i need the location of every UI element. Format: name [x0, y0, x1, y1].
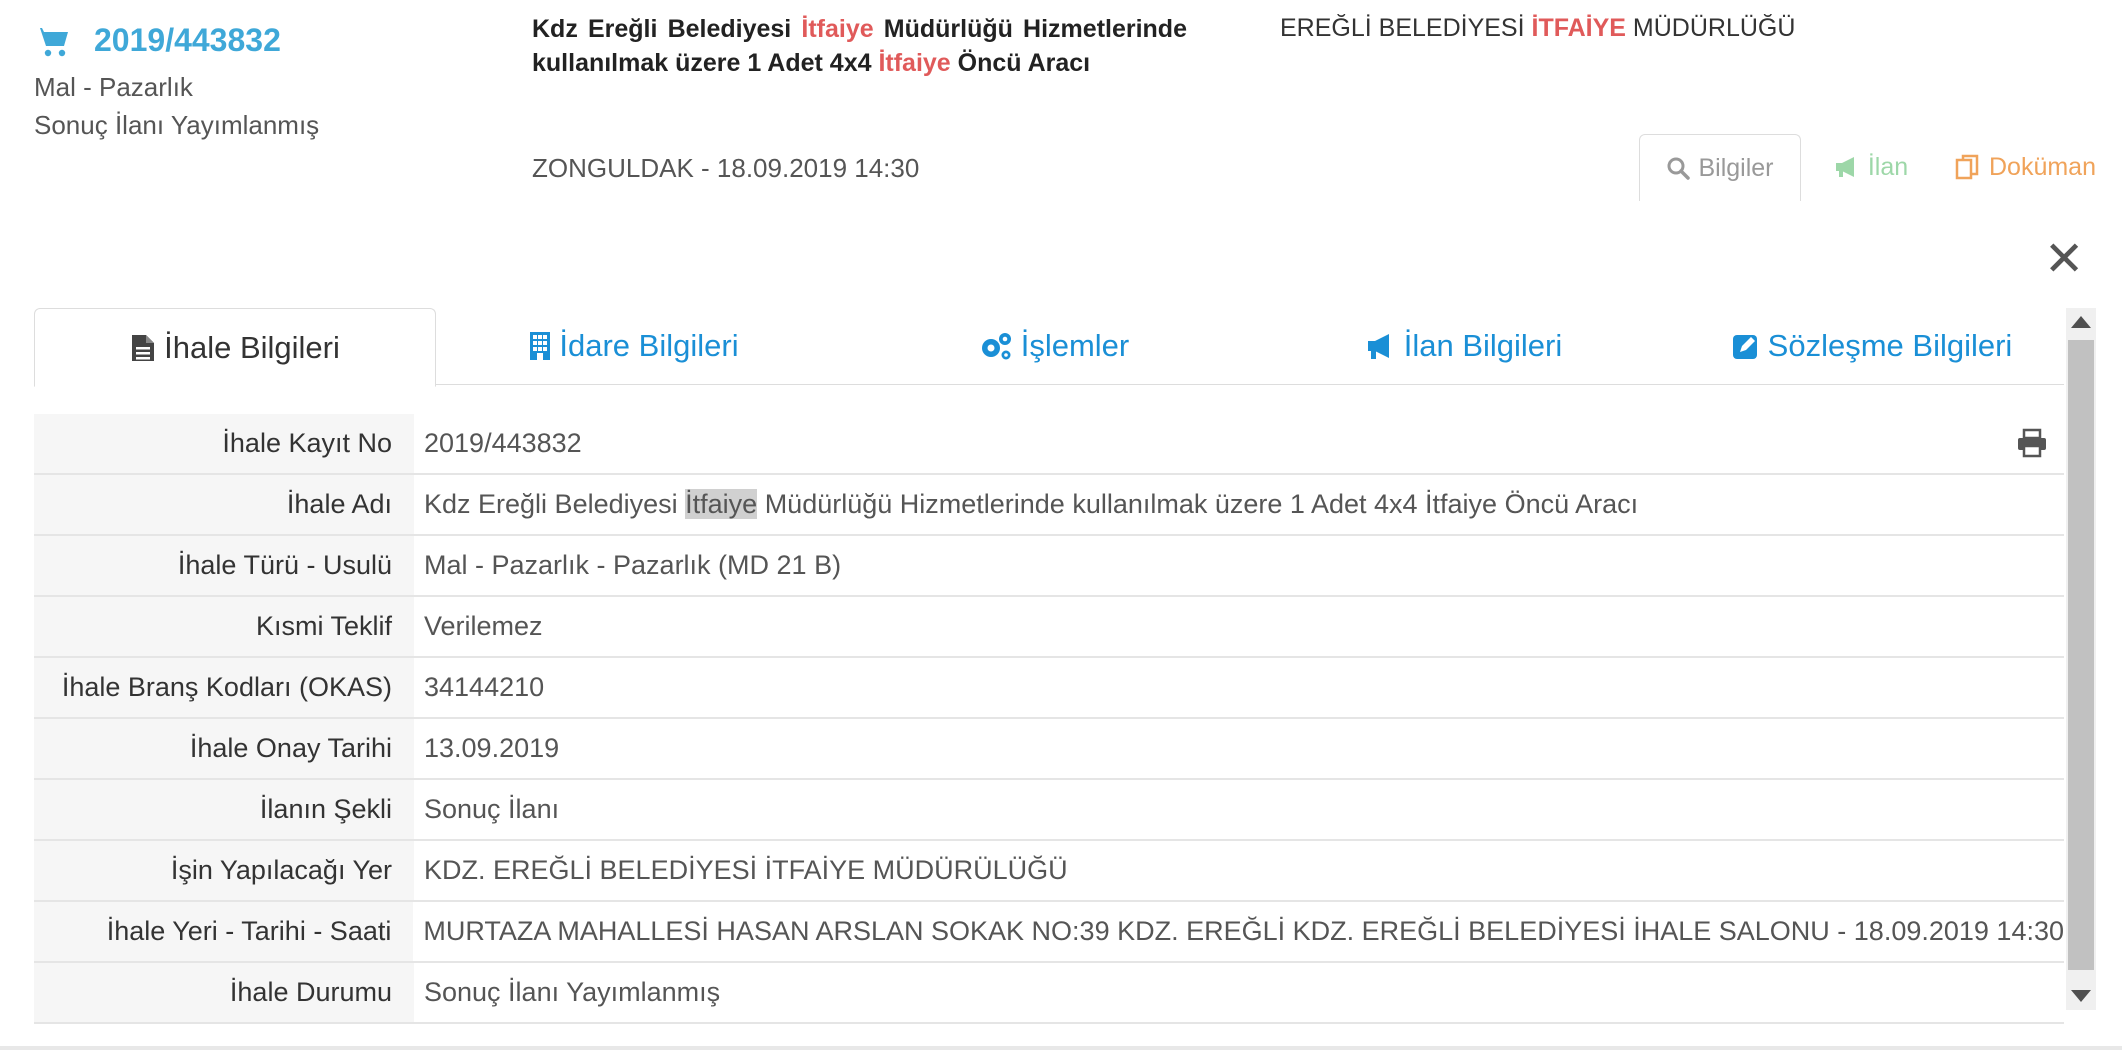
- row-label: İhale Durumu: [34, 963, 414, 1022]
- row-label: İlanın Şekli: [34, 780, 414, 839]
- scrollbar[interactable]: [2066, 308, 2096, 1010]
- table-row-kayit-no: İhale Kayıt No 2019/443832: [34, 414, 2064, 475]
- row-label: İhale Yeri - Tarihi - Saati: [34, 902, 414, 961]
- row-value: 2019/443832: [424, 428, 582, 458]
- row-value: Verilemez: [424, 611, 543, 641]
- bilgiler-button[interactable]: Bilgiler: [1639, 134, 1801, 201]
- tab-label: Sözleşme Bilgileri: [1767, 328, 2013, 363]
- tender-type: Mal - Pazarlık: [34, 72, 193, 102]
- cart-icon: [36, 28, 68, 57]
- row-value: Sonuç İlanı: [424, 794, 560, 824]
- table-row-yer: İşin Yapılacağı Yer KDZ. EREĞLİ BELEDİYE…: [34, 841, 2064, 902]
- gears-icon: [981, 333, 1011, 360]
- row-label: İhale Kayıt No: [34, 414, 414, 473]
- table-row-adi: İhale Adı Kdz Ereğli Belediyesi İtfaiye …: [34, 475, 2064, 536]
- dokuman-label: Doküman: [1989, 152, 2096, 181]
- tender-title: Kdz Ereğli Belediyesi İtfaiye Müdürlüğü …: [532, 15, 1187, 77]
- print-icon[interactable]: [2016, 428, 2048, 458]
- table-row-sekil: İlanın Şekli Sonuç İlanı: [34, 780, 2064, 841]
- ilan-button[interactable]: İlan: [1826, 134, 1916, 200]
- search-icon: [1667, 157, 1691, 180]
- table-row-onay: İhale Onay Tarihi 13.09.2019: [34, 719, 2064, 780]
- scroll-down-arrow-icon[interactable]: [2071, 990, 2091, 1002]
- row-value: Mal - Pazarlık - Pazarlık (MD 21 B): [424, 550, 842, 580]
- row-label: İşin Yapılacağı Yer: [34, 841, 414, 900]
- dokuman-button[interactable]: Doküman: [1955, 134, 2115, 200]
- tab-sozlesme-bilgileri[interactable]: Sözleşme Bilgileri: [1702, 308, 2042, 384]
- row-label: İhale Onay Tarihi: [34, 719, 414, 778]
- table-row-turu: İhale Türü - Usulü Mal - Pazarlık - Paza…: [34, 536, 2064, 597]
- tab-idare-bilgileri[interactable]: İdare Bilgileri: [504, 308, 764, 384]
- bullhorn-icon: [1367, 334, 1389, 359]
- row-value: MURTAZA MAHALLESİ HASAN ARSLAN SOKAK NO:…: [423, 916, 2064, 946]
- table-row-okas: İhale Branş Kodları (OKAS) 34144210: [34, 658, 2064, 719]
- tab-ilan-bilgileri[interactable]: İlan Bilgileri: [1344, 308, 1584, 384]
- tender-status: Sonuç İlanı Yayımlanmış: [34, 110, 320, 140]
- row-label: İhale Branş Kodları (OKAS): [34, 658, 414, 717]
- tab-islemler[interactable]: İşlemler: [944, 308, 1164, 384]
- row-label: Kısmi Teklif: [34, 597, 414, 656]
- search-highlight: İtfaiye: [685, 489, 758, 519]
- scrollbar-thumb[interactable]: [2068, 340, 2094, 970]
- copy-icon: [1955, 154, 1979, 180]
- row-value: Sonuç İlanı Yayımlanmış: [424, 977, 721, 1007]
- tab-label: İlan Bilgileri: [1403, 328, 1563, 363]
- tender-number[interactable]: 2019/443832: [94, 22, 281, 59]
- divider: [0, 1046, 2122, 1050]
- document-icon: [132, 334, 155, 361]
- tab-label: İdare Bilgileri: [559, 328, 739, 363]
- tab-ihale-bilgileri[interactable]: İhale Bilgileri: [34, 308, 436, 387]
- row-value: KDZ. EREĞLİ BELEDİYESİ İTFAİYE MÜDÜRÜLÜĞ…: [424, 855, 1068, 885]
- tab-bar: İhale Bilgileri İdare Bilgileri İşlemler…: [34, 308, 2064, 387]
- ilan-label: İlan: [1867, 152, 1909, 181]
- scroll-up-arrow-icon[interactable]: [2071, 316, 2091, 328]
- table-row-yer-tarih: İhale Yeri - Tarihi - Saati MURTAZA MAHA…: [34, 902, 2064, 963]
- tab-label: İşlemler: [1020, 328, 1130, 363]
- close-icon[interactable]: ✕: [2044, 236, 2084, 284]
- table-row-durum: İhale Durumu Sonuç İlanı Yayımlanmış: [34, 963, 2064, 1024]
- row-label: İhale Türü - Usulü: [34, 536, 414, 595]
- bilgiler-label: Bilgiler: [1698, 153, 1774, 182]
- row-label: İhale Adı: [34, 475, 414, 534]
- tender-info-table: İhale Kayıt No 2019/443832 İhale Adı Kdz…: [34, 414, 2064, 1024]
- row-value: 13.09.2019: [424, 733, 560, 763]
- row-value: 34144210: [424, 672, 545, 702]
- edit-icon: [1732, 335, 1757, 359]
- location-date: ZONGULDAK - 18.09.2019 14:30: [532, 153, 920, 183]
- row-value: Kdz Ereğli Belediyesi İtfaiye Müdürlüğü …: [424, 489, 1639, 519]
- table-row-kismi: Kısmi Teklif Verilemez: [34, 597, 2064, 658]
- building-icon: [530, 332, 551, 360]
- bullhorn-icon: [1835, 157, 1854, 177]
- tab-label: İhale Bilgileri: [164, 329, 340, 365]
- organization-name: EREĞLİ BELEDİYESİ İTFAİYE MÜDÜRLÜĞÜ: [1280, 14, 1796, 42]
